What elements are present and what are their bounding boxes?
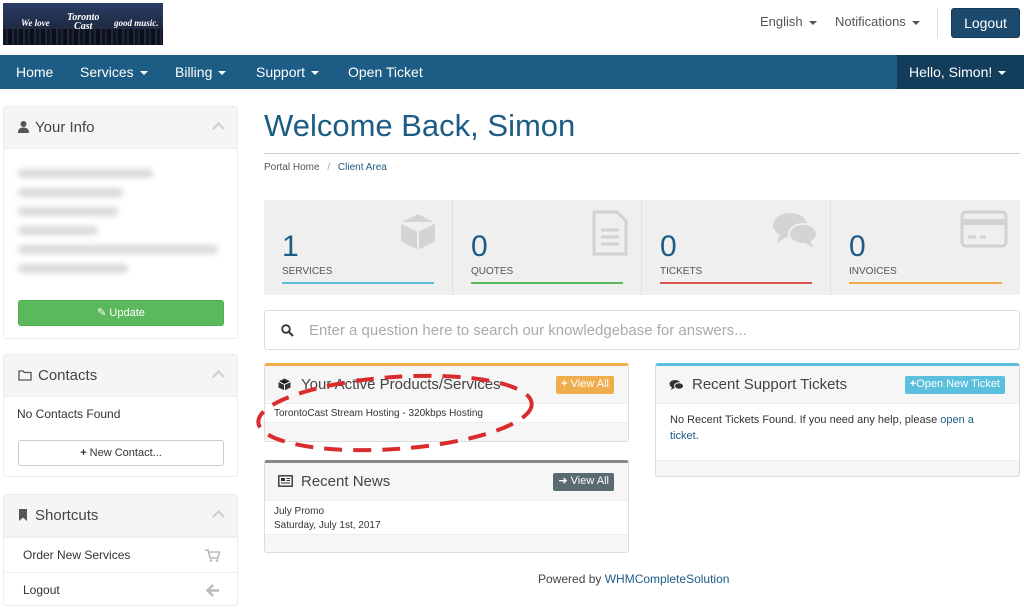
logo-text-tagline: good music. [114,18,159,28]
search-icon [281,324,294,337]
stat-underline [282,282,434,284]
card-header: Recent News ➜ View All [265,463,628,501]
header-divider [937,8,938,38]
notifications-dropdown[interactable]: Notifications [835,14,920,29]
update-button[interactable]: ✎ Update [18,300,224,326]
document-icon [592,210,628,256]
stat-label: INVOICES [849,266,897,277]
whmcs-link[interactable]: WHMCompleteSolution [605,572,730,586]
shortcut-order-new-services[interactable]: Order New Services [4,537,237,572]
arrow-left-icon [206,584,219,597]
card-header: Recent Support Tickets +Open New Ticket [656,366,1019,404]
credit-card-icon [960,210,1008,248]
stat-tile-quotes[interactable]: 0 QUOTES [453,200,642,295]
breadcrumb: Portal Home / Client Area [264,162,387,173]
caret-down-icon [311,71,320,76]
stat-underline [849,282,1002,284]
title-divider [264,153,1020,154]
stat-label: SERVICES [282,266,333,277]
stat-label: QUOTES [471,266,514,277]
page-title: Welcome Back, Simon [264,108,576,143]
card-footer [265,534,628,552]
caret-down-icon [139,71,148,76]
view-all-news-button[interactable]: ➜ View All [553,473,614,491]
folder-icon [18,370,32,381]
shortcuts-panel: Shortcuts Order New Services Logout [3,494,238,606]
breadcrumb-current[interactable]: Client Area [338,162,387,173]
stat-label: TICKETS [660,266,703,277]
stat-value: 1 [282,230,299,263]
language-dropdown[interactable]: English [760,14,817,29]
contacts-header[interactable]: Contacts [4,355,237,397]
new-contact-button[interactable]: + New Contact... [18,440,224,466]
panel-title: Contacts [38,367,98,384]
stat-underline [471,282,623,284]
chevron-up-icon[interactable] [212,122,225,135]
stat-tile-services[interactable]: 1 SERVICES [264,200,453,295]
annotation-ellipse [256,373,534,453]
stat-underline [660,282,812,284]
nav-services[interactable]: Services [80,55,148,89]
knowledgebase-search [264,310,1020,350]
panel-title: Shortcuts [35,507,99,524]
stat-value: 0 [849,230,866,263]
shortcut-logout[interactable]: Logout [4,572,237,607]
cube-icon [399,211,437,253]
news-title: July Promo [274,506,325,517]
plus-icon: + [80,447,90,459]
nav-billing[interactable]: Billing [175,55,227,89]
newspaper-icon [278,475,293,487]
your-info-panel: Your Info ✎ Update [3,106,238,339]
chat-icon [773,213,818,248]
breadcrumb-home[interactable]: Portal Home [264,162,320,173]
user-icon [18,121,29,133]
user-menu[interactable]: Hello, Simon! [897,55,1024,89]
news-date: Saturday, July 1st, 2017 [274,520,381,531]
address-block-redacted [4,149,237,273]
open-new-ticket-button[interactable]: +Open New Ticket [904,376,1005,394]
logout-button[interactable]: Logout [951,8,1020,38]
knowledgebase-search-input[interactable] [309,317,999,343]
recent-news-card: Recent News ➜ View All July Promo Saturd… [264,460,629,553]
stat-tile-invoices[interactable]: 0 INVOICES [831,200,1020,295]
pencil-icon: ✎ [97,307,110,319]
card-title: Recent Support Tickets [692,376,848,393]
cart-icon [205,549,220,562]
caret-down-icon [911,20,920,25]
no-tickets-message: No Recent Tickets Found. If you need any… [670,414,974,442]
your-info-header[interactable]: Your Info [4,107,237,149]
stat-value: 0 [471,230,488,263]
nav-support[interactable]: Support [256,55,320,89]
logo-text-toronto-cast: Toronto Cast [67,12,100,32]
view-all-products-button[interactable]: + View All [556,376,614,394]
chevron-up-icon[interactable] [212,370,225,383]
nav-home[interactable]: Home [16,55,53,89]
caret-down-icon [998,71,1007,76]
caret-down-icon [218,71,227,76]
no-contacts-text: No Contacts Found [17,407,121,421]
caret-down-icon [808,20,817,25]
card-title: Recent News [301,473,391,490]
site-logo[interactable]: We love Toronto Cast good music. [3,3,163,45]
footer-powered-by: Powered by WHMCompleteSolution [538,572,730,586]
bookmark-icon [19,509,27,521]
card-footer [656,460,1019,476]
main-navbar: Home Services Billing Support Open Ticke… [0,55,1024,89]
breadcrumb-separator: / [327,162,331,173]
panel-title: Your Info [35,119,95,136]
stat-value: 0 [660,230,677,263]
chevron-up-icon[interactable] [212,510,225,523]
comments-icon [669,380,684,390]
logo-text: We love [21,18,50,28]
shortcuts-header[interactable]: Shortcuts [4,495,237,537]
news-item[interactable]: July Promo Saturday, July 1st, 2017 [265,501,628,534]
contacts-panel: Contacts No Contacts Found + New Contact… [3,354,238,477]
stat-tile-tickets[interactable]: 0 TICKETS [642,200,831,295]
nav-open-ticket[interactable]: Open Ticket [348,55,423,89]
recent-tickets-card: Recent Support Tickets +Open New Ticket … [655,363,1020,477]
